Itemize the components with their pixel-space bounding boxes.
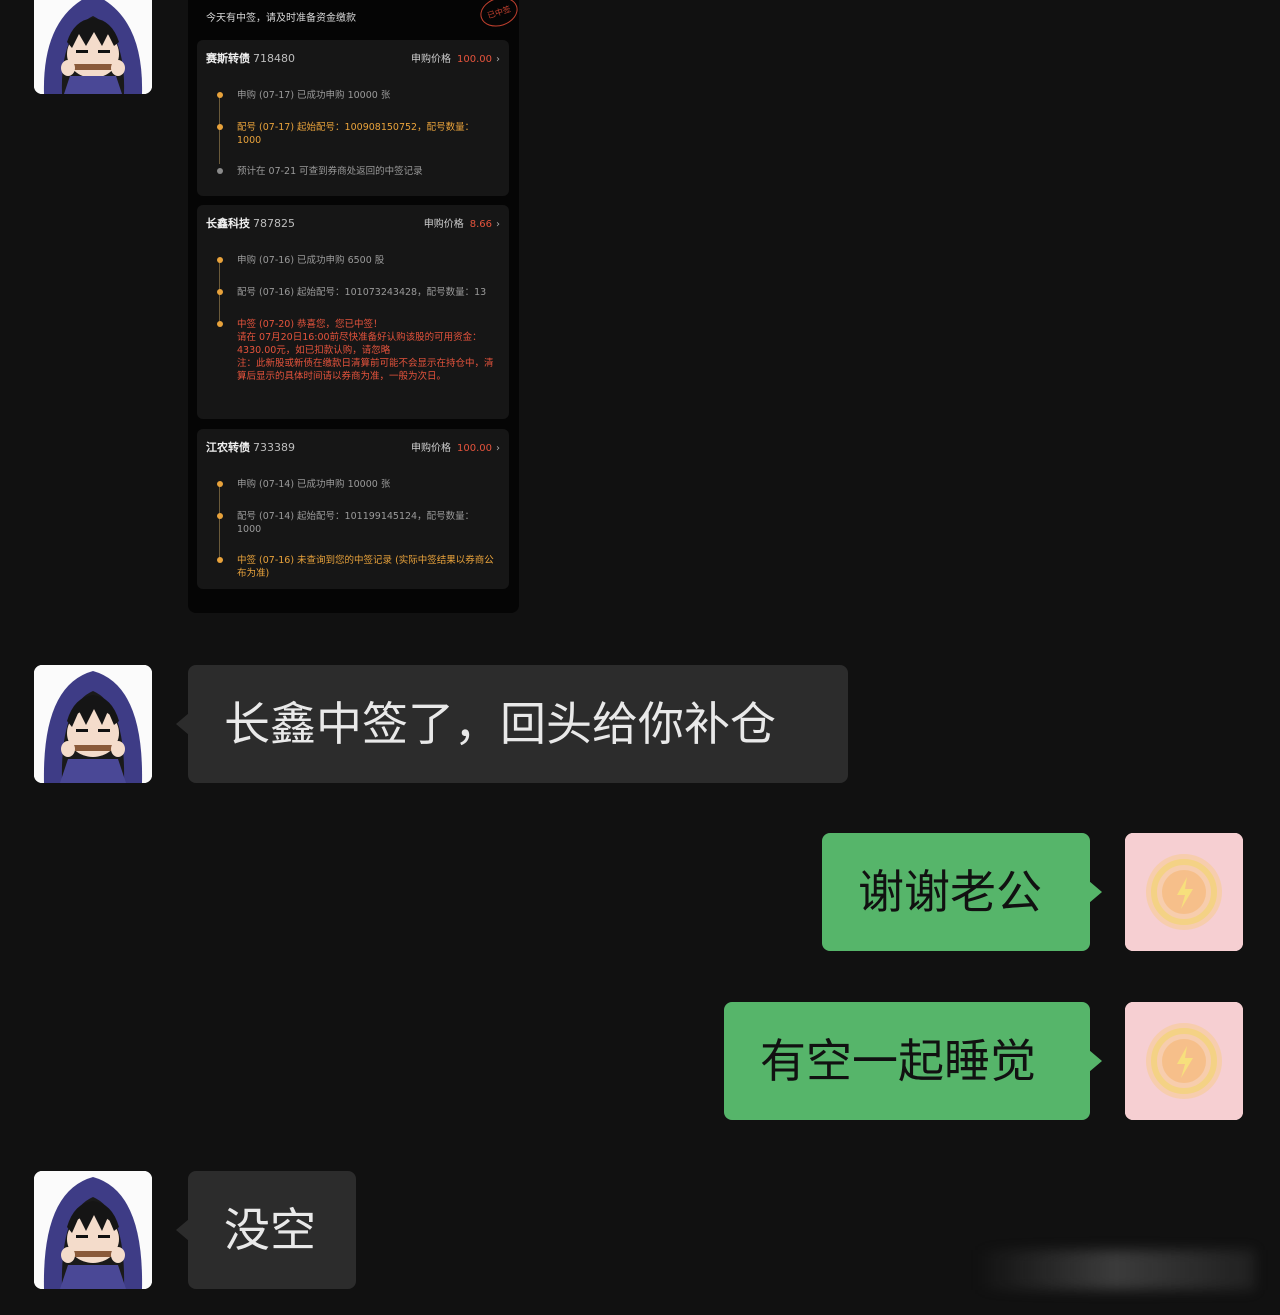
chevron-right-icon: ›: [496, 54, 500, 65]
timeline-step-detail: 请在 07月20日16:00前尽快准备好认购该股的可用资金：4330.00元，如…: [237, 332, 482, 356]
incoming-message-bubble[interactable]: 长鑫中签了，回头给你补仓: [176, 665, 848, 783]
hooded-anime-avatar-icon: [34, 665, 152, 783]
subscription-card[interactable]: 江农转债 733389 申购价格 100.00 › 申购 (07-14) 已成功申购 …: [197, 429, 509, 589]
card-title: 赛斯转债 718480: [206, 50, 295, 66]
price-info: 申购价格 8.66 ›: [424, 215, 500, 230]
winning-notice: 今天有中签，请及时准备资金缴款: [206, 13, 356, 24]
contact-avatar[interactable]: [34, 0, 152, 94]
subscription-card[interactable]: 赛斯转债 718480 申购价格 100.00 › 申购 (07-17) 已成功申购 …: [197, 40, 509, 196]
glowing-orb-avatar-icon: [1125, 1002, 1243, 1120]
message-text: 长鑫中签了，回头给你补仓: [224, 697, 776, 751]
card-title: 江农转债 733389: [206, 439, 295, 455]
price-value: 100.00: [457, 443, 492, 454]
price-info: 申购价格 100.00 ›: [411, 50, 500, 65]
price-label: 申购价格: [411, 443, 451, 454]
bond-name: 赛斯转债: [206, 52, 250, 65]
bubble-tail: [176, 713, 189, 735]
bond-code: 718480: [253, 52, 295, 65]
timeline-dot: [216, 257, 223, 263]
timeline-dot: [216, 513, 223, 519]
bubble-tail: [176, 1219, 189, 1241]
hooded-anime-avatar-icon: [34, 1171, 152, 1289]
timeline-dot: [216, 124, 223, 130]
chevron-right-icon: ›: [496, 443, 500, 454]
price-info: 申购价格 100.00 ›: [411, 439, 500, 454]
timeline-line: [219, 483, 220, 559]
screenshot-image-message[interactable]: 今天有中签，请及时准备资金缴款 已中签 赛斯转债 718480 申购价格 100.0…: [188, 0, 519, 613]
price-value: 100.00: [457, 54, 492, 65]
outgoing-message-bubble[interactable]: 谢谢老公: [822, 833, 1102, 951]
contact-avatar[interactable]: [34, 1171, 152, 1289]
timeline-step: 配号 (07-14) 起始配号：101199145124，配号数量：1000: [237, 511, 475, 535]
price-label: 申购价格: [423, 219, 464, 230]
bond-code: 733389: [253, 441, 295, 454]
timeline-step-note: 注：此新股或新债在缴款日清算前可能不会显示在持仓中，清算后显示的具体时间请以券商…: [237, 358, 494, 382]
timeline-step: 配号 (07-17) 起始配号：100908150752，配号数量：1000: [237, 122, 475, 146]
message-text: 有空一起睡觉: [760, 1034, 1036, 1088]
price-label: 申购价格: [411, 54, 451, 65]
bond-name: 江农转债: [206, 441, 250, 454]
bubble-tail: [1089, 881, 1102, 903]
timeline-step: 中签 (07-20) 恭喜您，您已中签！: [237, 319, 383, 330]
outgoing-message-bubble[interactable]: 有空一起睡觉: [724, 1002, 1102, 1120]
contact-avatar[interactable]: [34, 665, 152, 783]
subscription-card[interactable]: 长鑫科技 787825 申购价格 8.66 › 申购 (07-16) 已成功申购 65…: [197, 205, 509, 419]
timeline-dot: [216, 321, 223, 327]
bubble-tail: [1089, 1050, 1102, 1072]
timeline-step: 申购 (07-16) 已成功申购 6500 股: [237, 255, 385, 266]
stock-name: 长鑫科技: [206, 217, 250, 230]
message-text: 没空: [224, 1203, 316, 1257]
self-avatar[interactable]: [1125, 833, 1243, 951]
timeline-step: 配号 (07-16) 起始配号：101073243428，配号数量：13: [237, 287, 487, 298]
card-title: 长鑫科技 787825: [206, 215, 295, 231]
glowing-orb-avatar-icon: [1125, 833, 1243, 951]
timeline-step: 申购 (07-17) 已成功申购 10000 张: [237, 90, 391, 101]
price-value: 8.66: [469, 219, 492, 230]
stock-code: 787825: [253, 217, 295, 230]
timeline-dot: [216, 481, 223, 487]
blurred-watermark: [975, 1250, 1255, 1290]
message-text: 谢谢老公: [858, 865, 1042, 919]
timeline-dot: [216, 168, 223, 174]
winning-stamp: 已中签: [476, 0, 519, 32]
timeline-dot: [216, 92, 223, 98]
timeline-dot: [216, 289, 223, 295]
self-avatar[interactable]: [1125, 1002, 1243, 1120]
hooded-anime-avatar-icon: [34, 0, 152, 94]
timeline-step: 中签 (07-16) 未查询到您的中签记录 (实际中签结果以券商公布为准): [237, 555, 494, 579]
incoming-message-bubble[interactable]: 没空: [176, 1171, 356, 1289]
timeline-step: 预计在 07-21 可查到券商处返回的中签记录: [237, 166, 423, 177]
timeline-step: 申购 (07-14) 已成功申购 10000 张: [237, 479, 391, 490]
chevron-right-icon: ›: [496, 219, 500, 230]
timeline-dot: [216, 557, 223, 563]
